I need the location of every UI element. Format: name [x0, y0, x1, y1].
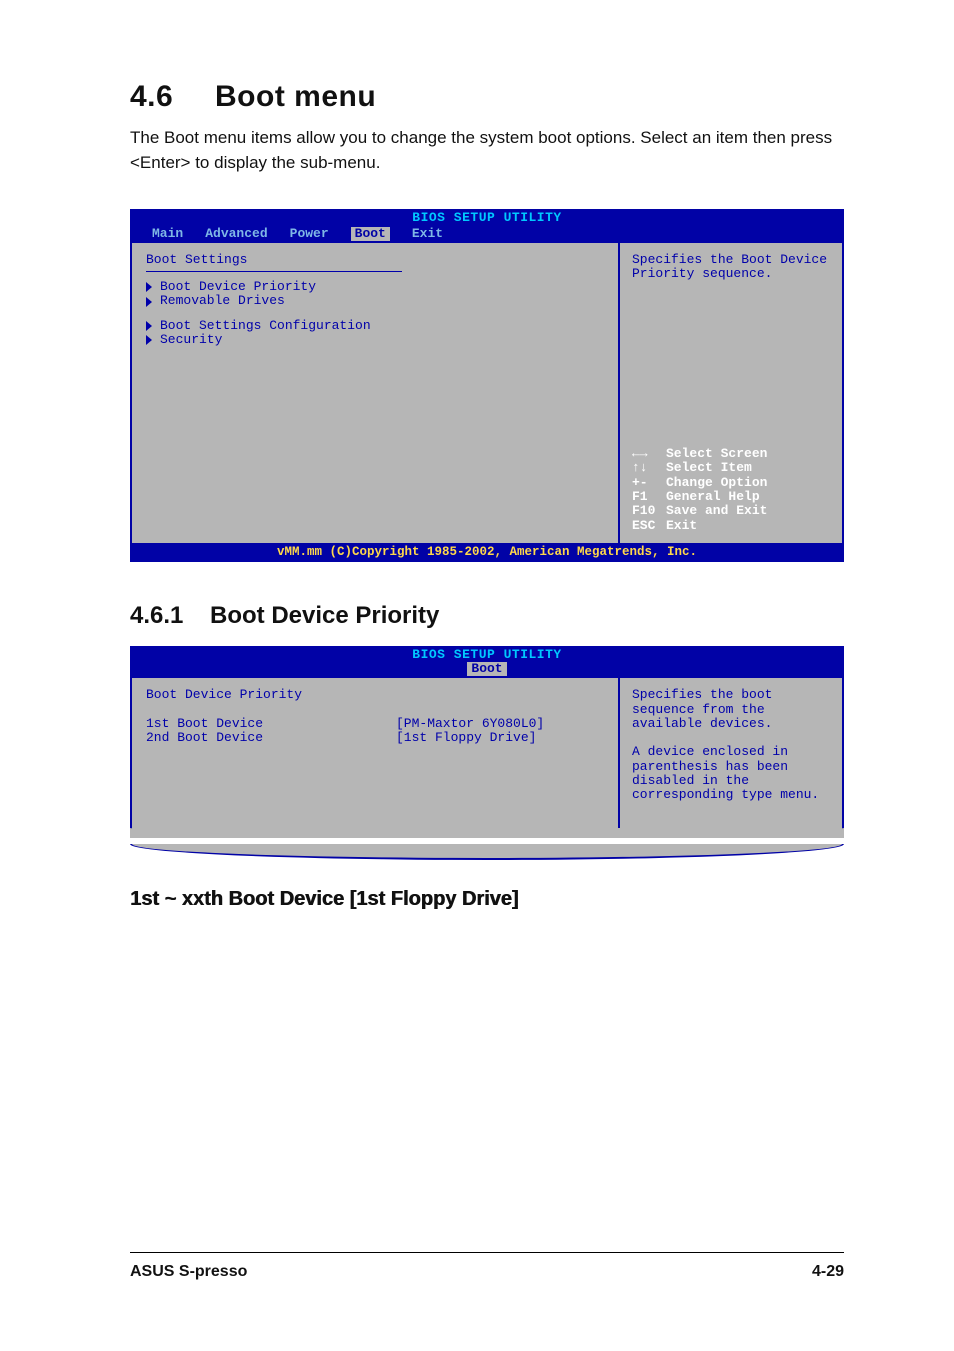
item-heading: 1st ~ xxth Boot Device [1st Floppy Drive…: [130, 888, 844, 911]
menu-item-security[interactable]: Security: [146, 333, 604, 347]
row-1st-boot-device[interactable]: 1st Boot Device [PM-Maxtor 6Y080L0]: [146, 717, 604, 731]
torn-page-edge: [130, 844, 844, 860]
section-number: 4.6: [130, 80, 215, 114]
page-footer: ASUS S-presso 4-29: [130, 1252, 844, 1281]
intro-paragraph: The Boot menu items allow you to change …: [130, 126, 844, 175]
menu-item-removable-drives[interactable]: Removable Drives: [146, 294, 604, 308]
tab-power[interactable]: Power: [290, 227, 329, 241]
bios-utility-title: BIOS SETUP UTILITY: [136, 648, 838, 662]
submenu-arrow-icon: [146, 321, 152, 331]
bios-screenshot-boot-device-priority: BIOS SETUP UTILITY Boot Boot Device Prio…: [130, 646, 844, 839]
tab-main[interactable]: Main: [152, 227, 183, 241]
footer-page-number: 4-29: [812, 1263, 844, 1281]
submenu-arrow-icon: [146, 282, 152, 292]
bios-utility-title: BIOS SETUP UTILITY: [136, 211, 838, 225]
subsection-heading: 4.6.1Boot Device Priority: [130, 602, 844, 630]
help-text: Specifies the Boot Device Priority seque…: [632, 253, 830, 282]
help-text: Specifies the boot sequence from the ava…: [632, 688, 830, 802]
panel-title: Boot Settings: [146, 253, 604, 267]
bios-tabs: Main Advanced Power Boot Exit: [136, 226, 838, 243]
tab-advanced[interactable]: Advanced: [205, 227, 267, 241]
row-2nd-boot-device[interactable]: 2nd Boot Device [1st Floppy Drive]: [146, 731, 604, 745]
subsection-title-text: Boot Device Priority: [210, 602, 439, 629]
submenu-arrow-icon: [146, 297, 152, 307]
subsection-number: 4.6.1: [130, 602, 210, 630]
bios-tabs: Boot: [136, 662, 838, 678]
footer-product: ASUS S-presso: [130, 1263, 247, 1281]
section-title-text: Boot menu: [215, 80, 376, 113]
tab-boot[interactable]: Boot: [351, 227, 390, 241]
panel-title: Boot Device Priority: [146, 688, 604, 702]
tab-exit[interactable]: Exit: [412, 227, 443, 241]
submenu-arrow-icon: [146, 335, 152, 345]
tab-boot[interactable]: Boot: [467, 662, 506, 676]
bios-screenshot-boot-settings: BIOS SETUP UTILITY Main Advanced Power B…: [130, 209, 844, 561]
section-heading: 4.6Boot menu: [130, 80, 844, 114]
key-legend: ←→Select Screen ↑↓Select Item +-Change O…: [632, 447, 830, 533]
bios-copyright: vMM.mm (C)Copyright 1985-2002, American …: [130, 545, 844, 562]
menu-item-boot-settings-configuration[interactable]: Boot Settings Configuration: [146, 319, 604, 333]
menu-item-boot-device-priority[interactable]: Boot Device Priority: [146, 280, 604, 294]
